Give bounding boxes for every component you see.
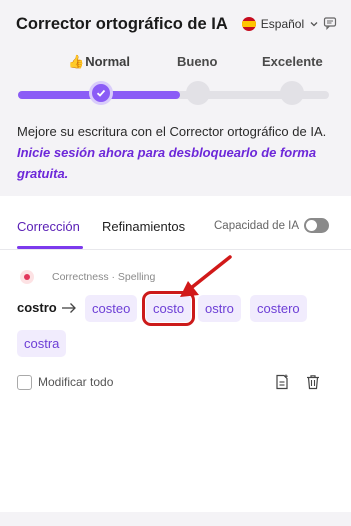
- modify-all-row: Modificar todo: [17, 374, 113, 390]
- language-label: Español: [260, 17, 305, 31]
- level-normal-label: Normal: [85, 54, 130, 69]
- suggestion-chip-costeo[interactable]: costeo: [85, 295, 138, 322]
- suggestion-chip-ostro[interactable]: ostro: [198, 295, 241, 322]
- feedback-icon[interactable]: [323, 16, 337, 30]
- tab-bar: Corrección Refinamientos Capacidad de IA: [0, 196, 351, 250]
- suggestion-chip-costo[interactable]: costo: [141, 291, 196, 326]
- arrow-right-icon: [62, 303, 76, 313]
- language-selector[interactable]: Español: [241, 17, 319, 31]
- level-step-excelente[interactable]: [280, 81, 304, 105]
- error-dot-icon: [20, 270, 34, 284]
- promo-description: Mejore su escritura con el Corrector ort…: [17, 124, 327, 139]
- title-row: Corrector ortográfico de IA Español: [16, 12, 343, 36]
- suggestion-category: Correctness · Spelling: [52, 271, 156, 283]
- toggle-knob: [306, 220, 317, 231]
- top-panel: Corrector ortográfico de IA Español 👍Nor…: [0, 0, 351, 196]
- level-normal[interactable]: 👍Normal: [68, 54, 130, 70]
- thumbs-up-icon: 👍: [68, 54, 85, 69]
- level-bueno[interactable]: Bueno: [177, 54, 217, 69]
- ai-capacity-toggle[interactable]: [304, 218, 329, 233]
- bottom-bar: [0, 512, 351, 526]
- promo-text: Mejore su escritura con el Corrector ort…: [17, 121, 337, 184]
- suggestion-chip-costero[interactable]: costero: [250, 295, 307, 322]
- active-tab-indicator: [17, 246, 83, 249]
- modify-all-checkbox[interactable]: [17, 374, 32, 390]
- suggestion-category-row: Correctness · Spelling: [20, 270, 155, 284]
- tab-refinamientos[interactable]: Refinamientos: [102, 219, 185, 234]
- spain-flag-icon: [241, 17, 256, 31]
- ai-capacity-label: Capacidad de IA: [214, 220, 300, 232]
- app-title: Corrector ortográfico de IA: [16, 14, 228, 33]
- trash-icon[interactable]: [305, 374, 321, 390]
- level-excelente[interactable]: Excelente: [262, 54, 323, 69]
- misspelled-word: costro: [17, 300, 57, 315]
- modify-all-label: Modificar todo: [38, 375, 114, 389]
- add-to-dictionary-icon[interactable]: [274, 374, 290, 390]
- suggestion-chip-costra[interactable]: costra: [17, 330, 67, 357]
- login-link[interactable]: Inicie sesión ahora para desbloquearlo d…: [17, 145, 316, 181]
- tab-correccion[interactable]: Corrección: [17, 219, 80, 234]
- level-labels: 👍Normal Bueno Excelente: [0, 54, 351, 72]
- level-slider-knob[interactable]: [89, 81, 113, 105]
- chevron-down-icon: [310, 22, 318, 27]
- check-icon: [96, 89, 106, 97]
- level-step-bueno[interactable]: [186, 81, 210, 105]
